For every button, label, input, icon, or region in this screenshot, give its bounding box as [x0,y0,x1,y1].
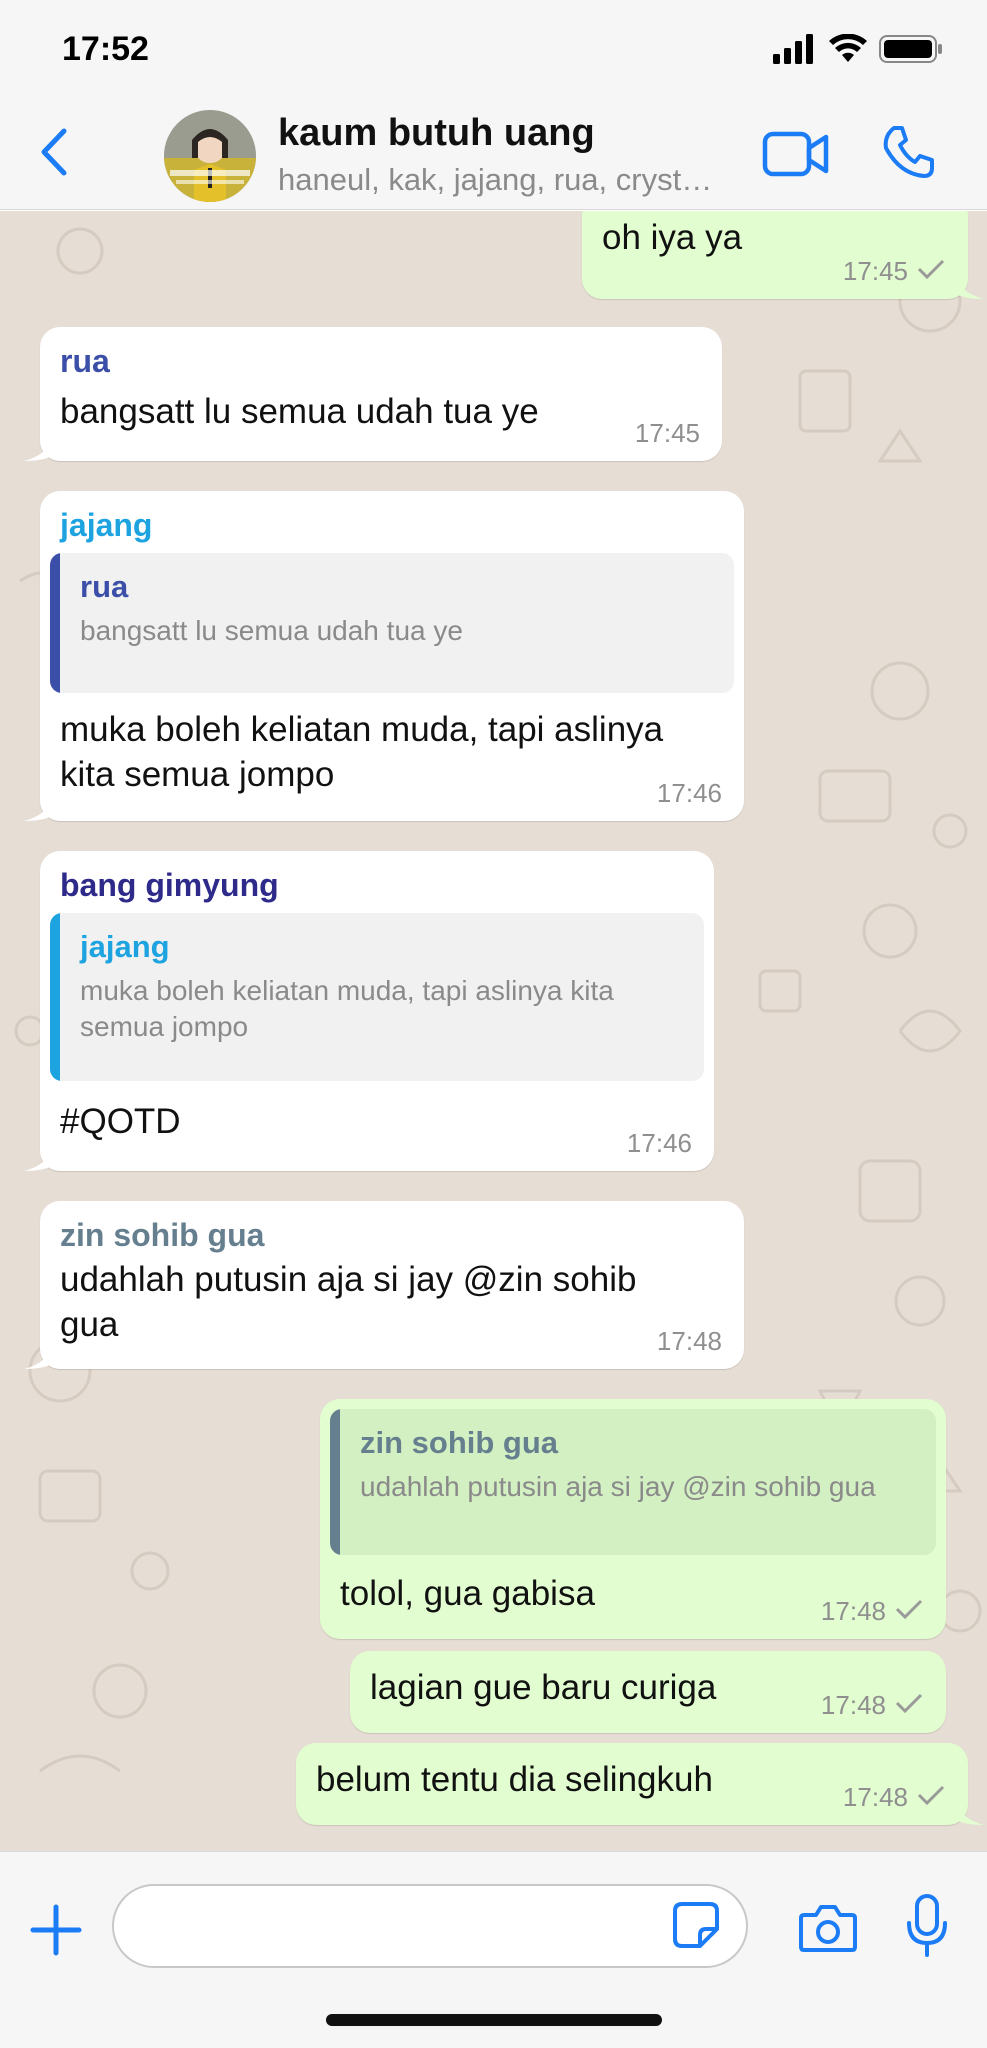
bubble-tail [954,1799,984,1825]
chat-header: kaum butuh uang haneul, kak, jajang, rua… [0,100,987,210]
quote-bar [50,553,60,693]
status-bar: 17:52 [0,0,987,100]
bubble-tail [24,1145,54,1171]
bubble-tail [24,1343,54,1369]
microphone-button[interactable] [902,1893,952,1964]
camera-button[interactable] [796,1902,860,1958]
message-time: 17:48 [843,1782,946,1813]
chevron-left-icon [38,127,68,182]
sent-check-icon [894,1596,924,1627]
quote-sender: zin sohib gua [360,1425,559,1460]
sticker-button[interactable] [668,1901,724,1954]
camera-icon [798,1903,858,1958]
plus-icon [30,1904,82,1961]
sender-name[interactable]: jajang [60,505,724,545]
group-members[interactable]: haneul, kak, jajang, rua, crystal, zin s… [278,162,718,198]
message-time: 17:45 [843,256,946,287]
sender-name[interactable]: zin sohib gua [60,1215,724,1255]
battery-icon [879,34,943,69]
group-name[interactable]: kaum butuh uang [278,112,595,155]
message-text: bangsatt lu semua udah tua ye [60,392,539,431]
message-input[interactable] [112,1884,748,1968]
message-time: 17:45 [635,418,700,449]
bubble-tail [24,795,54,821]
video-call-button[interactable] [760,128,832,184]
quote-text: muka boleh keliatan muda, tapi aslinya k… [80,975,614,1042]
sender-name[interactable]: rua [60,341,702,381]
sent-check-icon [916,1782,946,1813]
outgoing-message[interactable]: zin sohib gua udahlah putusin aja si jay… [320,1399,946,1639]
chat-screen: 17:52 kaum butuh uang haneul, kak, jajan… [0,0,987,2048]
group-avatar[interactable] [164,110,256,202]
message-time: 17:48 [821,1690,924,1721]
bubble-tail [24,435,54,461]
message-text: udahlah putusin aja si jay @zin sohib gu… [60,1260,637,1344]
quote-sender: rua [80,569,129,604]
timestamp: 17:48 [842,1782,908,1812]
timestamp: 17:46 [626,1128,692,1158]
timestamp: 17:48 [820,1690,886,1720]
incoming-message[interactable]: bang gimyung jajang muka boleh keliatan … [24,851,714,1171]
quote-sender: jajang [80,929,170,964]
incoming-message[interactable]: jajang rua bangsatt lu semua udah tua ye… [24,491,744,821]
bubble-tail [954,273,984,299]
message-time: 17:46 [627,1128,692,1159]
quote-text: bangsatt lu semua udah tua ye [80,615,463,646]
quote-bar [330,1409,340,1555]
quoted-message[interactable]: rua bangsatt lu semua udah tua ye [50,553,734,693]
microphone-icon [905,1893,949,1964]
message-text: muka boleh keliatan muda, tapi aslinya k… [60,710,664,794]
timestamp: 17:46 [656,778,722,808]
wifi-icon [829,33,867,69]
quoted-message[interactable]: zin sohib gua udahlah putusin aja si jay… [330,1409,936,1555]
status-time: 17:52 [62,30,149,68]
sender-name[interactable]: bang gimyung [60,865,694,905]
message-text: oh iya ya [602,218,743,257]
timestamp: 17:45 [634,418,700,448]
timestamp: 17:45 [842,256,908,286]
outgoing-message[interactable]: oh iya ya 17:45 [582,211,984,299]
input-bar [0,1851,987,2048]
incoming-message[interactable]: rua bangsatt lu semua udah tua ye 17:45 [24,327,722,461]
sent-check-icon [916,256,946,287]
status-icons [773,33,943,69]
sent-check-icon [894,1690,924,1721]
phone-icon [880,124,936,185]
video-camera-icon [762,131,830,182]
attach-button[interactable] [28,1904,84,1960]
quote-text: udahlah putusin aja si jay @zin sohib gu… [360,1471,876,1502]
sticker-icon [672,1901,720,1954]
message-time: 17:48 [657,1326,722,1357]
quote-bar [50,913,60,1081]
voice-call-button[interactable] [876,122,940,186]
incoming-message[interactable]: zin sohib gua udahlah putusin aja si jay… [24,1201,744,1369]
chat-area[interactable]: oh iya ya 17:45 rua bangsatt lu semua ud… [0,211,987,1851]
back-button[interactable] [28,126,78,182]
message-text: #QOTD [60,1102,181,1141]
timestamp: 17:48 [656,1326,722,1356]
message-time: 17:46 [657,778,722,809]
outgoing-message[interactable]: lagian gue baru curiga 17:48 [350,1651,946,1733]
message-time: 17:48 [821,1596,924,1627]
signal-icon [773,33,817,69]
quoted-message[interactable]: jajang muka boleh keliatan muda, tapi as… [50,913,704,1081]
timestamp: 17:48 [820,1596,886,1626]
outgoing-message[interactable]: belum tentu dia selingkuh 17:48 [296,1743,984,1825]
home-indicator[interactable] [326,2014,662,2026]
